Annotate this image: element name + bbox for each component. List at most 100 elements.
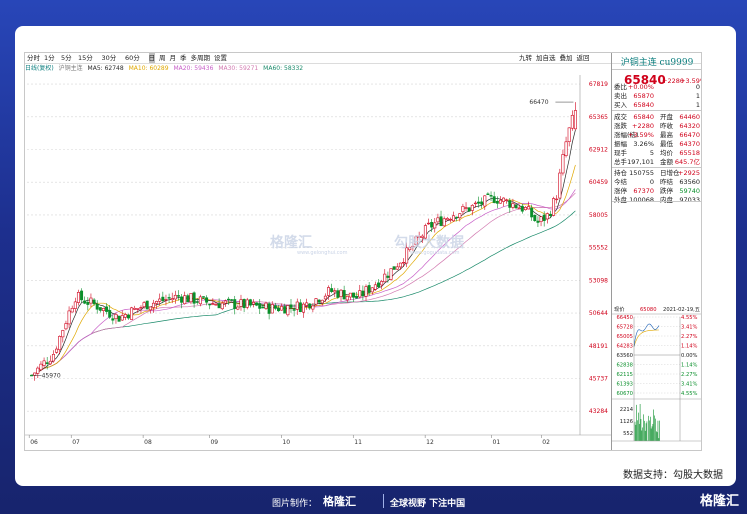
instrument-title: 沪铜主连 cu9999	[620, 58, 694, 68]
candle-body	[30, 374, 34, 377]
quote-value: 65840	[633, 113, 654, 121]
candle-body	[217, 303, 221, 309]
candle-body	[527, 206, 531, 210]
candle-body	[308, 303, 312, 309]
ma20-line	[31, 189, 576, 376]
quote-value: +2280	[632, 122, 654, 130]
mini-left-tick: 66450	[616, 315, 633, 321]
candle-body	[298, 302, 302, 312]
quote-label: 委比	[614, 83, 627, 91]
x-tick-label: 06	[30, 439, 38, 446]
candle-body	[295, 301, 299, 310]
quote-value2: 64370	[679, 140, 700, 148]
watermark-gogudata: 勾股大数据	[394, 235, 464, 251]
y-tick-label: 65365	[589, 114, 608, 121]
candle-body	[461, 205, 465, 213]
candle-body	[367, 285, 371, 293]
watermark-gelonghui: 格隆汇	[270, 235, 312, 251]
mini-now-label: 现价	[614, 306, 625, 313]
y-tick-label: 58005	[589, 212, 608, 219]
candle-body	[570, 114, 574, 129]
quote-value: 65870	[633, 92, 654, 100]
quote-label2: 金额	[660, 158, 673, 166]
candle-body	[355, 296, 359, 299]
candle-body	[92, 299, 96, 305]
quote-value2: +2925	[678, 169, 700, 177]
candle-body	[142, 302, 146, 308]
candle-body	[242, 298, 246, 309]
candle-body	[342, 290, 346, 300]
x-tick-label: 08	[144, 439, 152, 446]
candle-body	[483, 195, 487, 207]
x-tick-label: 09	[210, 439, 218, 446]
quote-value2: 66470	[679, 131, 700, 139]
quote-row: 买入 65840 1	[614, 101, 700, 110]
divider	[612, 201, 701, 202]
candle-body	[433, 222, 437, 229]
quote-value: 65840	[633, 101, 654, 109]
candle-body	[452, 215, 456, 222]
candle-body	[286, 305, 290, 316]
quote-label2: 跌停	[660, 187, 673, 195]
candle-body	[192, 292, 196, 304]
quote-label: 持仓	[614, 169, 627, 177]
candle-body	[245, 299, 249, 308]
mini-date: 2021-02-19,五	[663, 306, 700, 313]
candle-body	[539, 216, 543, 222]
candle-body	[145, 300, 149, 310]
quote-label2: 开盘	[660, 113, 673, 121]
footer-bar: 图片制作： 格隆汇 全球视野 下注中国	[0, 488, 747, 514]
quote-label: 振幅	[614, 140, 627, 148]
candle-body	[305, 302, 309, 306]
x-tick-label: 01	[493, 439, 501, 446]
data-support-note: 数据支持：勾股大数据	[623, 470, 723, 481]
candle-body	[348, 292, 352, 298]
quote-label: 今结	[614, 178, 627, 186]
mini-left-tick: 62838	[616, 363, 633, 369]
quote-value: +0.00%	[627, 83, 654, 91]
candle-body	[395, 266, 399, 270]
candle-body	[314, 298, 318, 305]
mini-vol-tick: 2214	[620, 407, 634, 413]
candle-body	[117, 315, 121, 322]
candle-body	[133, 307, 137, 310]
candle-body	[552, 198, 556, 216]
quote-value2: 59740	[679, 187, 700, 195]
quote-label: 现手	[614, 149, 627, 157]
quote-label2: 最低	[660, 140, 673, 148]
candle-body	[67, 310, 71, 325]
candle-body	[58, 335, 62, 351]
candle-body	[542, 214, 546, 221]
candle-body	[105, 306, 109, 312]
candle-body	[439, 216, 443, 226]
quote-label: 涨停	[614, 187, 627, 195]
candle-body	[520, 205, 524, 212]
candle-body	[455, 216, 459, 219]
intraday-svg: 现价 65080 2021-02-19,五 66450 4.55% 65728 3.41% 6…	[612, 306, 701, 442]
candle-body	[48, 360, 52, 365]
intraday-mini-chart[interactable]: 现价 65080 2021-02-19,五 66450 4.55% 65728 3.41% 6…	[612, 303, 701, 450]
candle-body	[64, 323, 68, 330]
candle-body	[311, 305, 315, 310]
candle-body	[55, 348, 59, 353]
quote-row: 委比 +0.00% 0	[614, 83, 700, 92]
candle-body	[80, 290, 84, 301]
candle-body	[255, 302, 259, 306]
y-tick-label: 43284	[589, 408, 608, 415]
candle-body	[470, 204, 474, 211]
candle-body	[126, 314, 130, 319]
candle-body	[252, 301, 255, 305]
mini-left-tick: 64283	[616, 344, 633, 350]
candle-body	[480, 201, 484, 205]
trading-terminal: 分时 1分 5分 15分 30分 60分日周月季多周期 设置 九转 加自选 叠加 返回 日线(复权)…	[24, 52, 702, 451]
footer-slogan: 全球视野 下注中国	[390, 499, 466, 509]
quote-row: 今结 0 昨结 63560	[614, 178, 700, 187]
quote-label: 卖出	[614, 92, 627, 100]
mini-vol-tick: 1126	[620, 419, 633, 425]
candle-body	[214, 304, 218, 306]
candle-body	[373, 284, 377, 290]
candle-body	[283, 306, 287, 314]
candle-body	[223, 300, 227, 304]
candle-body	[123, 314, 127, 318]
candle-body	[464, 207, 468, 209]
